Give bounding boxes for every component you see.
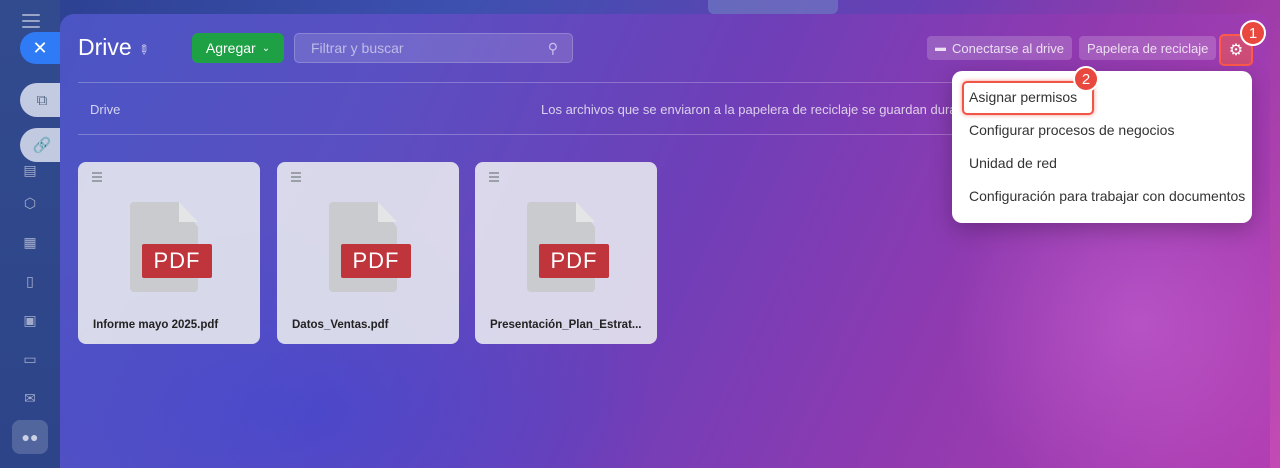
board-icon[interactable]: ▣	[20, 310, 40, 330]
chevron-down-icon: ⌄	[261, 42, 271, 54]
search-icon[interactable]: ⚲	[548, 40, 558, 57]
pin-icon[interactable]: ✎	[134, 40, 153, 59]
drive-sidebar-icon[interactable]: ▭	[20, 349, 40, 369]
drag-handle-icon[interactable]	[489, 172, 499, 184]
search-box[interactable]: ⚲	[294, 33, 573, 63]
file-tile[interactable]: PDF Presentación_Plan_Estrat...	[475, 162, 657, 344]
mail-icon[interactable]: ✉	[20, 388, 40, 408]
drive-icon: ▬	[935, 42, 946, 54]
file-name[interactable]: Datos_Ventas.pdf	[292, 319, 389, 331]
connect-drive-button[interactable]: ▬ Conectarse al drive	[927, 36, 1072, 60]
trash-notice: Los archivos que se enviaron a la papele…	[541, 102, 968, 117]
top-strip	[708, 0, 838, 14]
add-button[interactable]: Agregar ⌄	[192, 33, 284, 63]
pdf-badge: PDF	[539, 244, 609, 278]
add-button-label: Agregar	[205, 40, 256, 56]
file-tile[interactable]: PDF Informe mayo 2025.pdf	[78, 162, 260, 344]
file-tile[interactable]: PDF Datos_Ventas.pdf	[277, 162, 459, 344]
pdf-badge: PDF	[341, 244, 411, 278]
file-name[interactable]: Informe mayo 2025.pdf	[93, 319, 218, 331]
document-fold	[576, 202, 595, 222]
menu-item-business-processes[interactable]: Configurar procesos de negocios	[952, 118, 1252, 151]
trash-button[interactable]: Papelera de reciclaje	[1079, 36, 1217, 60]
pdf-badge: PDF	[142, 244, 212, 278]
page-title: Drive	[78, 34, 132, 60]
gear-icon: ⚙	[1228, 42, 1244, 59]
menu-item-network-drive[interactable]: Unidad de red	[952, 151, 1252, 184]
calendar-icon[interactable]: ▦	[20, 232, 40, 252]
team-icon[interactable]: ●●	[12, 420, 48, 454]
connect-drive-label: Conectarse al drive	[952, 40, 1064, 56]
close-icon[interactable]: ✕	[20, 32, 60, 64]
hexagon-icon[interactable]: ⬡	[20, 193, 40, 213]
menu-icon[interactable]	[22, 14, 40, 32]
drag-handle-icon[interactable]	[291, 172, 301, 184]
breadcrumb[interactable]: Drive	[90, 102, 120, 117]
trash-button-label: Papelera de reciclaje	[1087, 40, 1209, 56]
app-sidebar: ▤ ⬡ ▦ ▯ ▣ ▭ ✉ ●●	[0, 0, 60, 468]
document-fold	[378, 202, 397, 222]
open-external-icon[interactable]: ⧉	[20, 83, 64, 117]
step-badge-1: 1	[1240, 20, 1266, 46]
search-input[interactable]	[311, 40, 531, 56]
menu-item-assign-permissions[interactable]: Asignar permisos	[952, 81, 1252, 118]
drag-handle-icon[interactable]	[92, 172, 102, 184]
divider-bottom	[78, 134, 1078, 135]
settings-dropdown: Asignar permisos Configurar procesos de …	[952, 71, 1252, 223]
document-fold	[179, 202, 198, 222]
copy-link-icon[interactable]: 🔗	[20, 128, 64, 162]
divider-top	[78, 82, 1078, 83]
document-icon[interactable]: ▤	[20, 160, 40, 180]
step-badge-2: 2	[1073, 66, 1099, 92]
file-icon[interactable]: ▯	[20, 271, 40, 291]
menu-item-document-settings[interactable]: Configuración para trabajar con document…	[952, 184, 1252, 217]
file-name[interactable]: Presentación_Plan_Estrat...	[490, 319, 641, 331]
